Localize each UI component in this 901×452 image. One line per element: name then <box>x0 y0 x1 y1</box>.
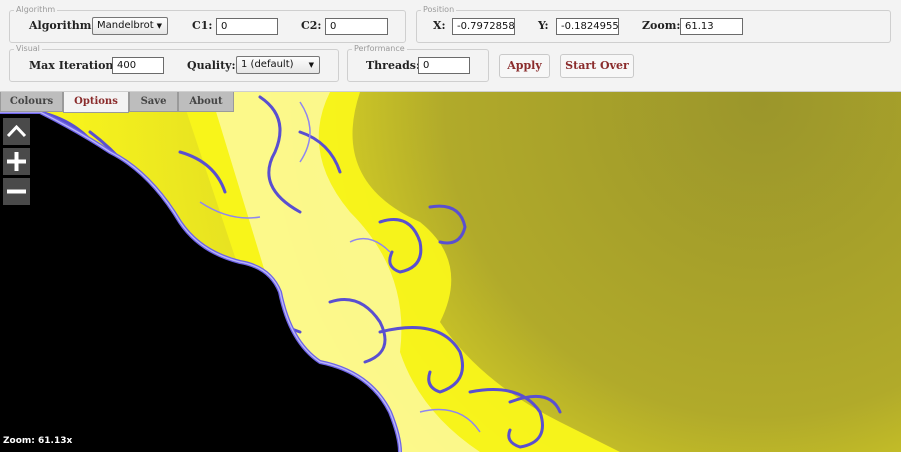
zoom-readout: Zoom: 61.13x <box>3 436 73 446</box>
start-over-button[interactable]: Start Over <box>560 54 634 78</box>
tab-about[interactable]: About <box>178 92 234 112</box>
visual-group-legend: Visual <box>16 44 40 53</box>
tab-options[interactable]: Options <box>63 92 129 113</box>
quality-select-value: 1 (default) <box>241 59 294 70</box>
tab-colours[interactable]: Colours <box>0 92 63 112</box>
apply-button[interactable]: Apply <box>499 54 550 78</box>
y-input[interactable]: -0.1824955 <box>556 18 619 35</box>
position-group-legend: Position <box>423 5 455 14</box>
zoom-out-button[interactable] <box>3 178 30 205</box>
dropdown-arrow-icon: ▼ <box>308 61 314 69</box>
threads-input[interactable]: 0 <box>418 57 470 74</box>
y-label: Y: <box>538 19 549 32</box>
c2-label: C2: <box>301 19 322 32</box>
pan-up-button[interactable] <box>3 118 30 145</box>
c1-label: C1: <box>192 19 213 32</box>
c2-input[interactable]: 0 <box>325 18 388 35</box>
mandelbrot-render <box>0 92 901 452</box>
algorithm-label: Algorithm: <box>29 19 96 32</box>
max-iterations-label: Max Iterations: <box>29 59 124 72</box>
algorithm-select-value: Mandelbrot <box>97 20 154 31</box>
dropdown-arrow-icon: ▼ <box>156 22 162 30</box>
chevron-up-icon <box>6 124 27 138</box>
algorithm-group-legend: Algorithm <box>16 5 56 14</box>
x-input[interactable]: -0.7972858 <box>452 18 515 35</box>
x-label: X: <box>433 19 446 32</box>
zoom-in-button[interactable] <box>3 148 30 175</box>
max-iterations-input[interactable]: 400 <box>112 57 164 74</box>
threads-label: Threads: <box>366 59 421 72</box>
quality-label: Quality: <box>187 59 236 72</box>
tab-save[interactable]: Save <box>129 92 178 112</box>
quality-select[interactable]: 1 (default) ▼ <box>236 56 320 74</box>
settings-toolbar: Algorithm Position Visual Performance Al… <box>0 0 901 92</box>
minus-icon <box>7 189 26 194</box>
algorithm-select[interactable]: Mandelbrot ▼ <box>92 17 168 35</box>
plus-icon <box>7 152 26 171</box>
performance-group-legend: Performance <box>354 44 405 53</box>
c1-input[interactable]: 0 <box>216 18 278 35</box>
zoom-label: Zoom: <box>642 19 681 32</box>
zoom-input[interactable]: 61.13 <box>680 18 743 35</box>
fractal-canvas[interactable] <box>0 92 901 452</box>
